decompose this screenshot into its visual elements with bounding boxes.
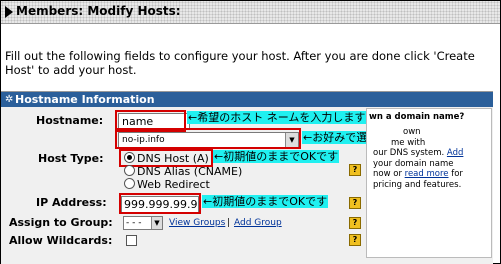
promo-text: own me with our DNS system. Add your dom… [373,127,489,190]
add-group-link[interactable]: Add Group [234,218,282,228]
help-icon[interactable]: ? [349,217,361,229]
radio-dns-alias[interactable]: DNS Alias (CNAME) [124,165,242,178]
promo-line: me with [391,137,426,148]
allow-wildcards-label: Allow Wildcards: [9,234,113,247]
promo-line: our DNS system. [373,148,445,158]
hostname-info-bar: ✲ Hostname Information [1,92,493,107]
section-title: Hostname Information [15,93,155,106]
page-title: Members: Modify Hosts: [16,4,181,18]
intro-text: Fill out the following fields to configu… [5,49,475,77]
section-header: Members: Modify Hosts: [1,1,500,24]
domain-highlight [115,128,301,149]
view-groups-link[interactable]: View Groups [169,218,225,228]
domain-promo-box: wn a domain name? own me with our DNS sy… [366,108,492,258]
promo-line: pricing and features. [373,179,462,190]
hostname-note: ←希望のホスト ネームを入力します [187,111,367,124]
help-icon[interactable]: ? [349,164,361,176]
read-more-link[interactable]: read more [405,169,449,179]
radio-label: Web Redirect [137,178,210,191]
group-select-value: - - - [126,218,142,228]
link-separator: | [227,218,231,228]
radio-web-redirect[interactable]: Web Redirect [124,178,210,191]
ip-note: ←初期値のままでOKです [202,195,329,208]
promo-line: your domain name [373,158,454,169]
assign-group-label: Assign to Group: [9,216,113,229]
hostname-label: Hostname: [36,114,104,127]
add-link[interactable]: Add [447,148,463,158]
promo-title: wn a domain name? [369,112,465,122]
gear-icon: ✲ [5,94,14,105]
help-icon[interactable]: ? [349,234,361,246]
allow-wildcards-checkbox[interactable] [126,235,137,246]
radio-label: DNS Alias (CNAME) [137,165,243,178]
group-select[interactable]: - - - ▼ [123,216,163,230]
ip-highlight [119,193,201,214]
radio-button[interactable] [124,165,135,176]
promo-line: now or [373,169,405,179]
chevron-down-icon[interactable]: ▼ [151,217,162,229]
promo-line: own [403,127,421,137]
host-type-note: ←初期値のままでOKです [213,150,340,163]
promo-line: for [448,169,463,179]
help-icon[interactable]: ? [349,197,361,209]
expand-arrow-icon[interactable] [5,6,13,18]
host-type-label: Host Type: [38,152,104,165]
radio-button[interactable] [124,178,135,189]
ip-address-label: IP Address: [36,196,107,209]
